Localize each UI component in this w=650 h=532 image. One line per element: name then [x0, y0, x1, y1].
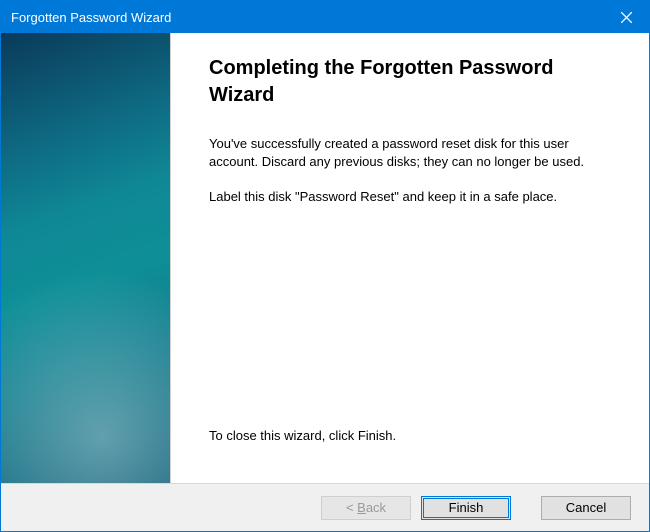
wizard-sidebar-image — [1, 33, 171, 483]
close-icon — [621, 12, 632, 23]
back-button-label: < Back — [346, 500, 386, 515]
cancel-button-label: Cancel — [566, 500, 606, 515]
wizard-body: Completing the Forgotten Password Wizard… — [1, 33, 649, 483]
back-button: < Back — [321, 496, 411, 520]
cancel-button[interactable]: Cancel — [541, 496, 631, 520]
body-text-2: Label this disk "Password Reset" and kee… — [209, 188, 611, 206]
wizard-content: Completing the Forgotten Password Wizard… — [171, 33, 649, 483]
finish-button[interactable]: Finish — [421, 496, 511, 520]
titlebar: Forgotten Password Wizard — [1, 1, 649, 33]
body-text-1: You've successfully created a password r… — [209, 135, 611, 170]
close-hint-text: To close this wizard, click Finish. — [209, 427, 611, 445]
page-title: Completing the Forgotten Password Wizard — [209, 55, 611, 109]
finish-button-label: Finish — [449, 500, 484, 515]
wizard-window: Forgotten Password Wizard Completing the… — [0, 0, 650, 532]
wizard-footer: < Back Finish Cancel — [1, 483, 649, 531]
spacer — [209, 224, 611, 428]
window-title: Forgotten Password Wizard — [11, 10, 171, 25]
close-button[interactable] — [604, 1, 649, 33]
